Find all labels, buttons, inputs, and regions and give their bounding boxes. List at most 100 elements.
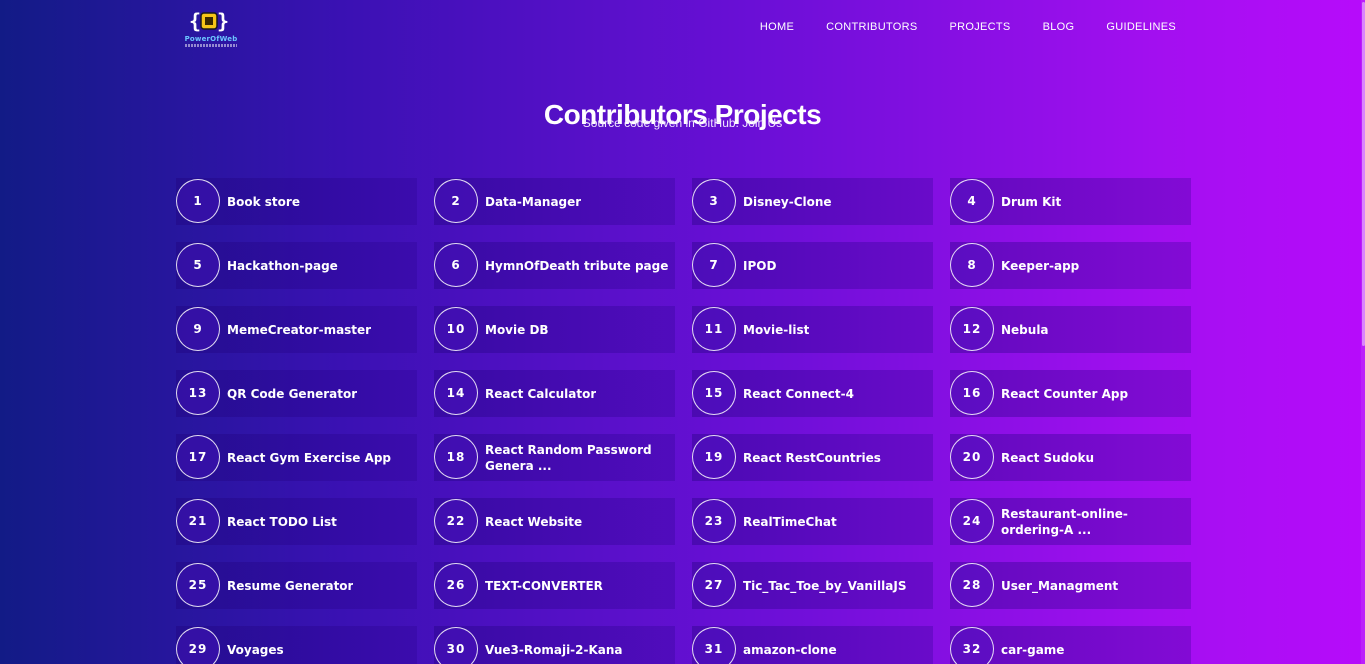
project-number-badge: 21 xyxy=(176,499,220,543)
page-subtitle: Source code given in GitHub. Join Us xyxy=(582,116,783,130)
project-number-badge: 18 xyxy=(434,435,478,479)
project-number-badge: 10 xyxy=(434,307,478,351)
code-braces-icon: { } xyxy=(187,9,231,33)
project-number-badge: 17 xyxy=(176,435,220,479)
project-name: User_Managment xyxy=(1001,578,1119,593)
project-name: React Sudoku xyxy=(1001,450,1095,465)
project-name: Data-Manager xyxy=(485,194,582,209)
navbar: { } PowerOfWeb HOME CONTRIBUTORS PROJECT… xyxy=(0,0,1365,60)
nav-blog[interactable]: BLOG xyxy=(1043,21,1075,33)
project-number-badge: 28 xyxy=(950,563,994,607)
project-number-badge: 3 xyxy=(692,179,736,223)
project-card[interactable]: 23 RealTimeChat xyxy=(692,498,933,545)
project-card[interactable]: 8 Keeper-app xyxy=(950,242,1191,289)
main-nav: HOME CONTRIBUTORS PROJECTS BLOG GUIDELIN… xyxy=(760,21,1176,33)
project-number-badge: 2 xyxy=(434,179,478,223)
project-number-badge: 1 xyxy=(176,179,220,223)
project-card[interactable]: 4 Drum Kit xyxy=(950,178,1191,225)
project-card[interactable]: 18 React Random Password Genera ... xyxy=(434,434,675,481)
project-number-badge: 25 xyxy=(176,563,220,607)
svg-text:{: { xyxy=(189,9,201,33)
project-name: Movie-list xyxy=(743,322,810,337)
project-name: Resume Generator xyxy=(227,578,354,593)
project-card[interactable]: 12 Nebula xyxy=(950,306,1191,353)
project-number-badge: 29 xyxy=(176,627,220,664)
project-name: React Connect-4 xyxy=(743,386,854,401)
project-name: Disney-Clone xyxy=(743,194,832,209)
project-name: RealTimeChat xyxy=(743,514,837,529)
project-card[interactable]: 20 React Sudoku xyxy=(950,434,1191,481)
project-card[interactable]: 25 Resume Generator xyxy=(176,562,417,609)
project-card[interactable]: 7 IPOD xyxy=(692,242,933,289)
project-number-badge: 12 xyxy=(950,307,994,351)
project-number-badge: 8 xyxy=(950,243,994,287)
svg-text:}: } xyxy=(217,9,229,33)
project-name: Drum Kit xyxy=(1001,194,1062,209)
project-number-badge: 19 xyxy=(692,435,736,479)
project-card[interactable]: 21 React TODO List xyxy=(176,498,417,545)
project-number-badge: 14 xyxy=(434,371,478,415)
project-name: Hackathon-page xyxy=(227,258,338,273)
site-logo[interactable]: { } PowerOfWeb xyxy=(183,9,239,49)
project-card[interactable]: 28 User_Managment xyxy=(950,562,1191,609)
project-card[interactable]: 26 TEXT-CONVERTER xyxy=(434,562,675,609)
project-name: QR Code Generator xyxy=(227,386,358,401)
project-number-badge: 4 xyxy=(950,179,994,223)
project-name: React Random Password Genera ... xyxy=(485,442,652,473)
project-name: React Calculator xyxy=(485,386,597,401)
project-card[interactable]: 17 React Gym Exercise App xyxy=(176,434,417,481)
project-number-badge: 7 xyxy=(692,243,736,287)
project-name: Movie DB xyxy=(485,322,549,337)
project-name: Keeper-app xyxy=(1001,258,1080,273)
project-card[interactable]: 16 React Counter App xyxy=(950,370,1191,417)
project-card[interactable]: 24 Restaurant-online-ordering-A ... xyxy=(950,498,1191,545)
project-card[interactable]: 30 Vue3-Romaji-2-Kana xyxy=(434,626,675,664)
project-number-badge: 30 xyxy=(434,627,478,664)
project-card[interactable]: 15 React Connect-4 xyxy=(692,370,933,417)
project-card[interactable]: 32 car-game xyxy=(950,626,1191,664)
project-name: amazon-clone xyxy=(743,642,837,657)
project-card[interactable]: 10 Movie DB xyxy=(434,306,675,353)
project-card[interactable]: 11 Movie-list xyxy=(692,306,933,353)
project-name: MemeCreator-master xyxy=(227,322,372,337)
project-card[interactable]: 2 Data-Manager xyxy=(434,178,675,225)
nav-projects[interactable]: PROJECTS xyxy=(950,21,1011,33)
project-card[interactable]: 1 Book store xyxy=(176,178,417,225)
nav-contributors[interactable]: CONTRIBUTORS xyxy=(826,21,917,33)
project-number-badge: 13 xyxy=(176,371,220,415)
project-card[interactable]: 14 React Calculator xyxy=(434,370,675,417)
project-card[interactable]: 27 Tic_Tac_Toe_by_VanillaJS xyxy=(692,562,933,609)
project-name: React TODO List xyxy=(227,514,337,529)
project-number-badge: 26 xyxy=(434,563,478,607)
nav-home[interactable]: HOME xyxy=(760,21,794,33)
project-card[interactable]: 22 React Website xyxy=(434,498,675,545)
project-number-badge: 5 xyxy=(176,243,220,287)
project-card[interactable]: 31 amazon-clone xyxy=(692,626,933,664)
project-name: Vue3-Romaji-2-Kana xyxy=(485,642,623,657)
project-name: TEXT-CONVERTER xyxy=(485,578,603,593)
project-number-badge: 20 xyxy=(950,435,994,479)
project-number-badge: 27 xyxy=(692,563,736,607)
project-card[interactable]: 19 React RestCountries xyxy=(692,434,933,481)
project-card[interactable]: 5 Hackathon-page xyxy=(176,242,417,289)
project-card[interactable]: 9 MemeCreator-master xyxy=(176,306,417,353)
project-name: Restaurant-online-ordering-A ... xyxy=(1001,506,1128,537)
project-number-badge: 9 xyxy=(176,307,220,351)
project-name: React Counter App xyxy=(1001,386,1129,401)
project-number-badge: 24 xyxy=(950,499,994,543)
project-card[interactable]: 6 HymnOfDeath tribute page xyxy=(434,242,675,289)
project-card[interactable]: 3 Disney-Clone xyxy=(692,178,933,225)
project-name: React Website xyxy=(485,514,583,529)
project-number-badge: 23 xyxy=(692,499,736,543)
project-number-badge: 6 xyxy=(434,243,478,287)
project-card[interactable]: 13 QR Code Generator xyxy=(176,370,417,417)
project-name: HymnOfDeath tribute page xyxy=(485,258,669,273)
project-card[interactable]: 29 Voyages xyxy=(176,626,417,664)
project-number-badge: 32 xyxy=(950,627,994,664)
logo-tagline-decoration xyxy=(185,44,237,47)
project-name: car-game xyxy=(1001,642,1065,657)
nav-guidelines[interactable]: GUIDELINES xyxy=(1106,21,1176,33)
project-number-badge: 15 xyxy=(692,371,736,415)
project-name: Nebula xyxy=(1001,322,1049,337)
project-name: IPOD xyxy=(743,258,777,273)
